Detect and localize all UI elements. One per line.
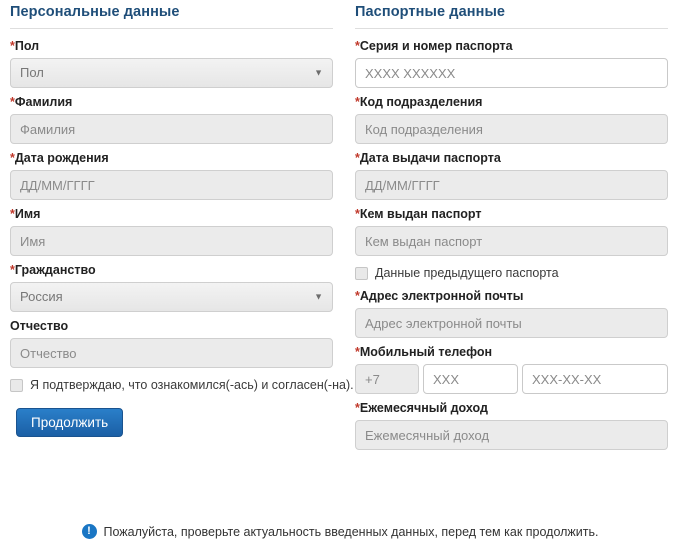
patronymic-input[interactable] xyxy=(10,338,333,368)
label-monthly-income-text: Ежемесячный доход xyxy=(359,401,488,415)
field-citizenship: *Гражданство Россия ▼ xyxy=(10,263,333,312)
label-department-code: *Код подразделения xyxy=(355,95,668,110)
label-issue-date-text: Дата выдачи паспорта xyxy=(359,151,501,165)
label-birthdate-text: Дата рождения xyxy=(14,151,109,165)
department-code-input[interactable] xyxy=(355,114,668,144)
citizenship-select-value: Россия xyxy=(10,282,333,312)
consent-label: Я подтверждаю, что ознакомился(-ась) и с… xyxy=(30,378,354,392)
form-columns: Персональные данные *Пол Пол ▼ *Фамилия … xyxy=(0,0,680,457)
continue-button[interactable]: Продолжить xyxy=(16,408,124,437)
label-gender: *Пол xyxy=(10,39,333,54)
label-lastname-text: Фамилия xyxy=(14,95,73,109)
monthly-income-input[interactable] xyxy=(355,420,668,450)
field-email: *Адрес электронной почты xyxy=(355,289,668,338)
label-email-text: Адрес электронной почты xyxy=(359,289,524,303)
label-firstname: *Имя xyxy=(10,207,333,222)
label-mobile-phone: *Мобильный телефон xyxy=(355,345,668,360)
label-lastname: *Фамилия xyxy=(10,95,333,110)
phone-country-code-input[interactable] xyxy=(355,364,419,394)
label-firstname-text: Имя xyxy=(14,207,41,221)
personal-data-column: Персональные данные *Пол Пол ▼ *Фамилия … xyxy=(0,0,354,457)
phone-area-code-input[interactable] xyxy=(423,364,518,394)
label-department-code-text: Код подразделения xyxy=(359,95,483,109)
field-department-code: *Код подразделения xyxy=(355,95,668,144)
passport-series-number-input[interactable] xyxy=(355,58,668,88)
issued-by-input[interactable] xyxy=(355,226,668,256)
field-patronymic: Отчество xyxy=(10,319,333,368)
label-issued-by: *Кем выдан паспорт xyxy=(355,207,668,222)
label-passport-series-number: *Серия и номер паспорта xyxy=(355,39,668,54)
previous-passport-row[interactable]: Данные предыдущего паспорта xyxy=(355,266,668,280)
footer-notice-text: Пожалуйста, проверьте актуальность введе… xyxy=(103,524,599,539)
label-passport-series-number-text: Серия и номер паспорта xyxy=(359,39,513,53)
label-birthdate: *Дата рождения xyxy=(10,151,333,166)
field-passport-series-number: *Серия и номер паспорта xyxy=(355,39,668,88)
registration-form: Персональные данные *Пол Пол ▼ *Фамилия … xyxy=(0,0,680,550)
field-issue-date: *Дата выдачи паспорта xyxy=(355,151,668,200)
previous-passport-checkbox[interactable] xyxy=(355,266,368,280)
label-mobile-phone-text: Мобильный телефон xyxy=(359,345,493,359)
field-issued-by: *Кем выдан паспорт xyxy=(355,207,668,256)
consent-row[interactable]: Я подтверждаю, что ознакомился(-ась) и с… xyxy=(10,378,354,392)
previous-passport-label: Данные предыдущего паспорта xyxy=(375,266,559,280)
phone-number-input[interactable] xyxy=(522,364,668,394)
info-exclamation-icon: ! xyxy=(81,524,97,539)
passport-data-column: Паспортные данные *Серия и номер паспорт… xyxy=(345,0,680,457)
field-firstname: *Имя xyxy=(10,207,333,256)
passport-data-divider xyxy=(355,28,668,29)
consent-checkbox[interactable] xyxy=(10,378,23,392)
firstname-input[interactable] xyxy=(10,226,333,256)
label-monthly-income: *Ежемесячный доход xyxy=(355,401,668,416)
email-input[interactable] xyxy=(355,308,668,338)
personal-data-title: Персональные данные xyxy=(10,4,180,20)
footer-notice: ! Пожалуйста, проверьте актуальность вве… xyxy=(0,524,680,539)
label-gender-text: Пол xyxy=(14,39,40,53)
citizenship-select[interactable]: Россия ▼ xyxy=(10,282,333,312)
lastname-input[interactable] xyxy=(10,114,333,144)
personal-data-divider xyxy=(10,28,333,29)
label-patronymic: Отчество xyxy=(10,319,69,333)
field-mobile-phone: *Мобильный телефон xyxy=(355,345,668,394)
gender-select[interactable]: Пол ▼ xyxy=(10,58,333,88)
gender-select-value: Пол xyxy=(10,58,333,88)
field-birthdate: *Дата рождения xyxy=(10,151,333,200)
label-citizenship: *Гражданство xyxy=(10,263,333,278)
label-citizenship-text: Гражданство xyxy=(14,263,96,277)
field-gender: *Пол Пол ▼ xyxy=(10,39,333,88)
birthdate-input[interactable] xyxy=(10,170,333,200)
phone-inputs-group xyxy=(355,364,668,394)
field-lastname: *Фамилия xyxy=(10,95,333,144)
field-monthly-income: *Ежемесячный доход xyxy=(355,401,668,450)
passport-data-title: Паспортные данные xyxy=(355,4,506,20)
label-issued-by-text: Кем выдан паспорт xyxy=(359,207,482,221)
label-issue-date: *Дата выдачи паспорта xyxy=(355,151,668,166)
issue-date-input[interactable] xyxy=(355,170,668,200)
label-email: *Адрес электронной почты xyxy=(355,289,668,304)
